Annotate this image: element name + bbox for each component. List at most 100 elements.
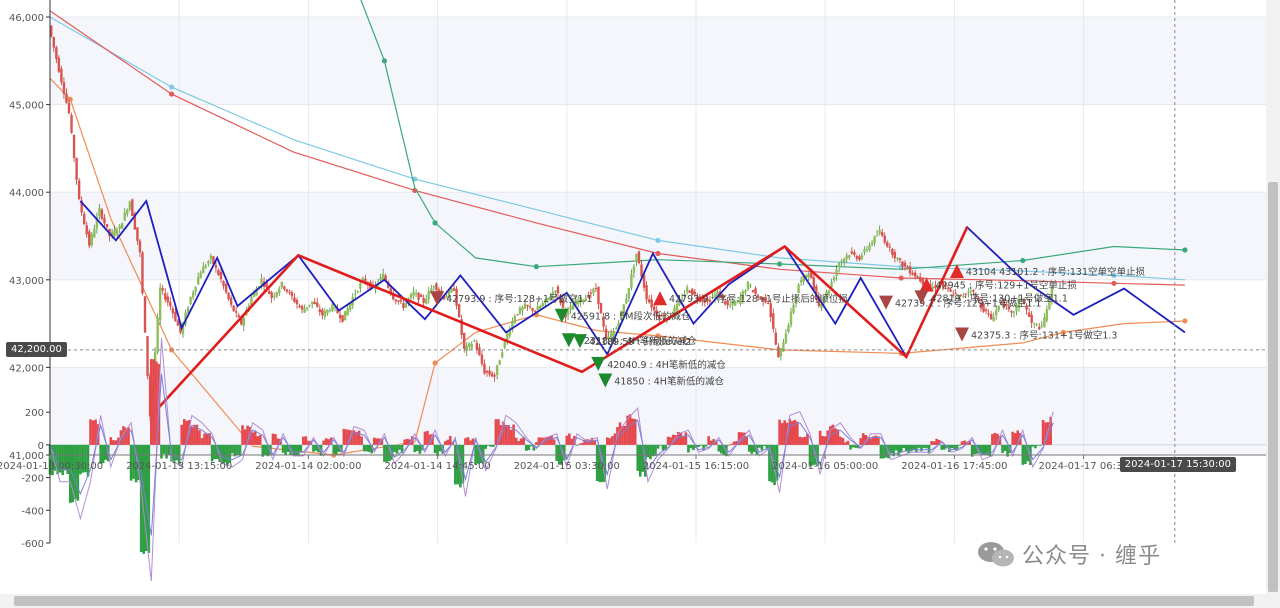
horizontal-scroll-thumb[interactable]	[14, 596, 1254, 606]
candle-body	[338, 314, 342, 319]
macd-histogram-bar	[897, 444, 900, 456]
macd-histogram-bar	[689, 444, 693, 449]
candle-body	[427, 291, 430, 300]
macd-histogram-bar	[1031, 444, 1035, 447]
macd-histogram-bar	[732, 441, 736, 445]
macd-histogram-bar	[659, 444, 662, 446]
candle-body	[273, 295, 276, 297]
candle-body	[209, 255, 213, 260]
candle-body	[480, 354, 484, 365]
macd-histogram-bar	[198, 430, 201, 445]
candle-body	[346, 307, 349, 316]
candle-body	[313, 302, 316, 304]
candle-body	[931, 287, 935, 289]
candle-body	[298, 305, 301, 308]
candle-body	[498, 360, 501, 365]
candle-body	[911, 272, 914, 275]
candle-body	[875, 235, 879, 237]
ma-point	[432, 360, 438, 366]
macd-histogram-bar	[535, 442, 538, 445]
candle-body	[635, 253, 638, 262]
candle-body	[159, 287, 162, 321]
candle-body	[354, 293, 357, 295]
candle-body	[143, 296, 147, 333]
macd-histogram-bar	[360, 436, 363, 445]
candle-body	[921, 277, 924, 285]
candle-body	[194, 286, 197, 292]
macd-histogram-bar	[200, 438, 204, 445]
macd-histogram-bar	[182, 419, 186, 445]
candle-body	[115, 231, 119, 235]
price-chart[interactable]: 42793.9 : 序号:128+1号做空1.1 42591.8 : 5M段次低的…	[0, 0, 1266, 594]
candle-body	[891, 248, 894, 255]
candle-body	[328, 310, 332, 312]
candle-body	[789, 311, 793, 326]
macd-histogram-bar	[851, 444, 855, 448]
ma-point	[169, 91, 175, 97]
candle-body	[478, 347, 481, 356]
candle-body	[207, 261, 210, 264]
chart-stage[interactable]: 42793.9 : 序号:128+1号做空1.1 42591.8 : 5M段次低的…	[0, 0, 1280, 608]
candle-body	[402, 303, 405, 308]
candle-body	[222, 280, 225, 286]
x-tick-label: 2024-01-16 05:00:00	[772, 461, 878, 472]
macd-histogram-bar	[314, 444, 318, 451]
candle-body	[65, 93, 68, 103]
macd-histogram-bar	[823, 436, 827, 445]
macd-histogram-bar	[68, 444, 72, 503]
macd-histogram-bar	[466, 437, 470, 445]
candle-body	[75, 157, 78, 180]
macd-histogram-bar	[109, 437, 113, 445]
candle-body	[176, 320, 180, 326]
macd-histogram-bar	[983, 444, 987, 454]
macd-histogram-bar	[471, 438, 475, 445]
candle-body	[404, 302, 408, 308]
candle-body	[1012, 311, 1016, 313]
ma-point	[777, 261, 783, 267]
candle-body	[414, 293, 418, 295]
candle-body	[323, 311, 327, 317]
macd-histogram-bar	[236, 444, 239, 456]
candle-body	[166, 296, 169, 303]
candle-body	[199, 272, 202, 279]
macd-histogram-bar	[778, 419, 781, 445]
macd-tick-label: -400	[21, 506, 44, 517]
macd-histogram-bar	[304, 436, 308, 445]
candle-body	[774, 332, 777, 345]
candle-body	[865, 249, 869, 251]
candle-body	[118, 225, 121, 229]
macd-histogram-bar	[383, 444, 386, 462]
macd-histogram-bar	[241, 425, 244, 445]
macd-histogram-bar	[879, 444, 883, 459]
vertical-scroll-thumb[interactable]	[1268, 182, 1278, 592]
macd-histogram-bar	[902, 444, 906, 449]
macd-histogram-bar	[443, 441, 447, 445]
macd-histogram-bar	[294, 444, 298, 456]
macd-histogram-bar	[527, 444, 531, 451]
candle-body	[797, 284, 800, 293]
candle-body	[399, 299, 403, 302]
trade-marker-label: 43104 43101.2 : 序号:131空单空单止损	[966, 266, 1146, 278]
candle-body	[893, 251, 897, 259]
macd-histogram-bar	[492, 444, 495, 447]
candle-body	[1043, 317, 1046, 328]
candle-body	[858, 256, 861, 260]
macd-histogram-bar	[296, 444, 300, 456]
macd-histogram-bar	[991, 434, 994, 445]
candle-body	[452, 288, 456, 291]
x-tick-label: 2024-01-16 17:45:00	[901, 461, 1007, 472]
candle-body	[202, 266, 205, 273]
candle-body	[171, 308, 175, 314]
candle-body	[592, 288, 595, 293]
macd-histogram-bar	[758, 444, 761, 448]
candle-body	[229, 297, 233, 305]
macd-histogram-bar	[570, 438, 574, 445]
macd-histogram-bar	[517, 441, 520, 445]
macd-histogram-bar	[469, 440, 472, 445]
macd-histogram-bar	[720, 444, 723, 454]
macd-histogram-bar	[606, 437, 609, 445]
macd-histogram-bar	[760, 444, 764, 451]
candle-body	[1040, 325, 1043, 327]
macd-histogram-bar	[1001, 444, 1004, 453]
candle-body	[128, 201, 131, 210]
